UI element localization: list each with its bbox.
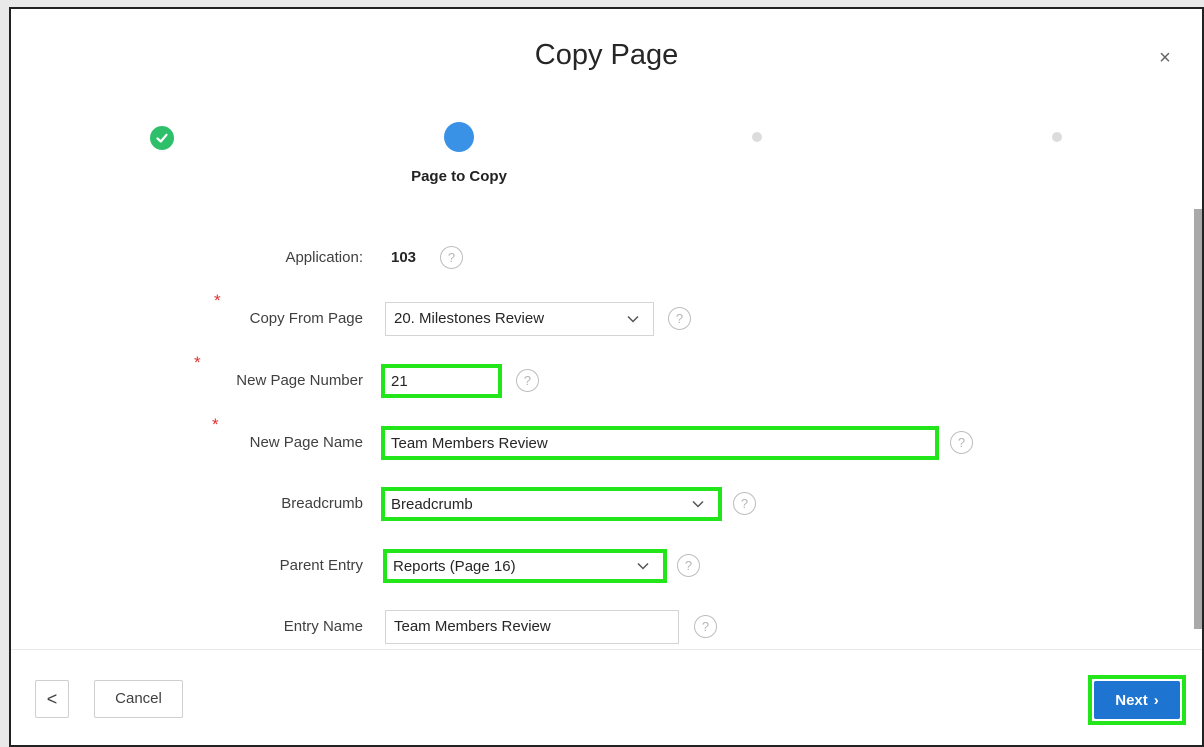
- close-icon[interactable]: ×: [1154, 47, 1176, 69]
- help-icon[interactable]: ?: [516, 369, 539, 392]
- next-button[interactable]: Next ›: [1094, 681, 1180, 719]
- breadcrumb-label: Breadcrumb: [281, 495, 363, 512]
- help-icon[interactable]: ?: [668, 307, 691, 330]
- parent-entry-value: Reports (Page 16): [393, 558, 516, 575]
- entry-name-input[interactable]: Team Members Review: [385, 610, 679, 644]
- new-page-name-row: * New Page Name Team Members Review ?: [11, 415, 1191, 463]
- vertical-scrollbar[interactable]: [1194, 209, 1202, 629]
- breadcrumb-select[interactable]: Breadcrumb: [381, 487, 722, 521]
- form-region: Application: 103 ? * Copy From Page 20. …: [11, 207, 1191, 647]
- new-page-name-label: New Page Name: [249, 434, 363, 451]
- copy-page-dialog: Copy Page × Page to Copy Application: 10…: [9, 7, 1204, 747]
- parent-entry-label: Parent Entry: [279, 557, 363, 574]
- new-page-number-value: 21: [391, 373, 408, 390]
- required-marker: *: [214, 291, 221, 310]
- entry-name-value: Team Members Review: [394, 618, 551, 635]
- entry-name-label: Entry Name: [283, 618, 363, 635]
- required-marker: *: [194, 353, 201, 372]
- new-page-name-value: Team Members Review: [391, 435, 548, 452]
- chevron-down-icon: [692, 491, 704, 517]
- new-page-number-row: * New Page Number 21 ?: [11, 353, 1191, 401]
- chevron-down-icon: [627, 303, 639, 335]
- next-button-label: Next: [1115, 691, 1148, 709]
- help-icon[interactable]: ?: [694, 615, 717, 638]
- breadcrumb-value: Breadcrumb: [391, 496, 473, 513]
- step-complete-check-icon: [150, 126, 174, 150]
- application-row: Application: 103 ?: [11, 238, 1191, 278]
- copy-from-page-row: * Copy From Page 20. Milestones Review ?: [11, 291, 1191, 339]
- next-button-highlight: Next ›: [1088, 675, 1186, 725]
- entry-name-row: Entry Name Team Members Review ?: [11, 607, 1191, 647]
- step-current-indicator: [444, 122, 474, 152]
- copy-from-page-label: Copy From Page: [249, 310, 363, 327]
- wizard-progress: Page to Copy: [11, 117, 1202, 207]
- parent-entry-select[interactable]: Reports (Page 16): [383, 549, 667, 583]
- chevron-down-icon: [637, 553, 649, 579]
- chevron-right-icon: ›: [1153, 691, 1159, 709]
- dialog-title: Copy Page: [534, 39, 679, 71]
- application-label: Application:: [285, 249, 363, 266]
- current-step-label: Page to Copy: [411, 168, 507, 185]
- help-icon[interactable]: ?: [733, 492, 756, 515]
- copy-from-page-select[interactable]: 20. Milestones Review: [385, 302, 654, 336]
- required-marker: *: [212, 415, 219, 434]
- cancel-button[interactable]: Cancel: [94, 680, 183, 718]
- help-icon[interactable]: ?: [950, 431, 973, 454]
- step-future-indicator: [752, 132, 762, 142]
- new-page-number-input[interactable]: 21: [381, 364, 502, 398]
- dialog-footer: < Cancel Next ›: [11, 649, 1202, 745]
- help-icon[interactable]: ?: [440, 246, 463, 269]
- step-future-indicator: [1052, 132, 1062, 142]
- application-value: 103: [391, 249, 417, 266]
- copy-from-page-value: 20. Milestones Review: [394, 310, 545, 327]
- parent-entry-row: Parent Entry Reports (Page 16) ?: [11, 546, 1191, 586]
- previous-button[interactable]: <: [35, 680, 69, 718]
- help-icon[interactable]: ?: [677, 554, 700, 577]
- new-page-name-input[interactable]: Team Members Review: [381, 426, 939, 460]
- new-page-number-label: New Page Number: [236, 372, 363, 389]
- breadcrumb-row: Breadcrumb Breadcrumb ?: [11, 484, 1191, 524]
- dialog-titlebar: Copy Page ×: [11, 9, 1202, 97]
